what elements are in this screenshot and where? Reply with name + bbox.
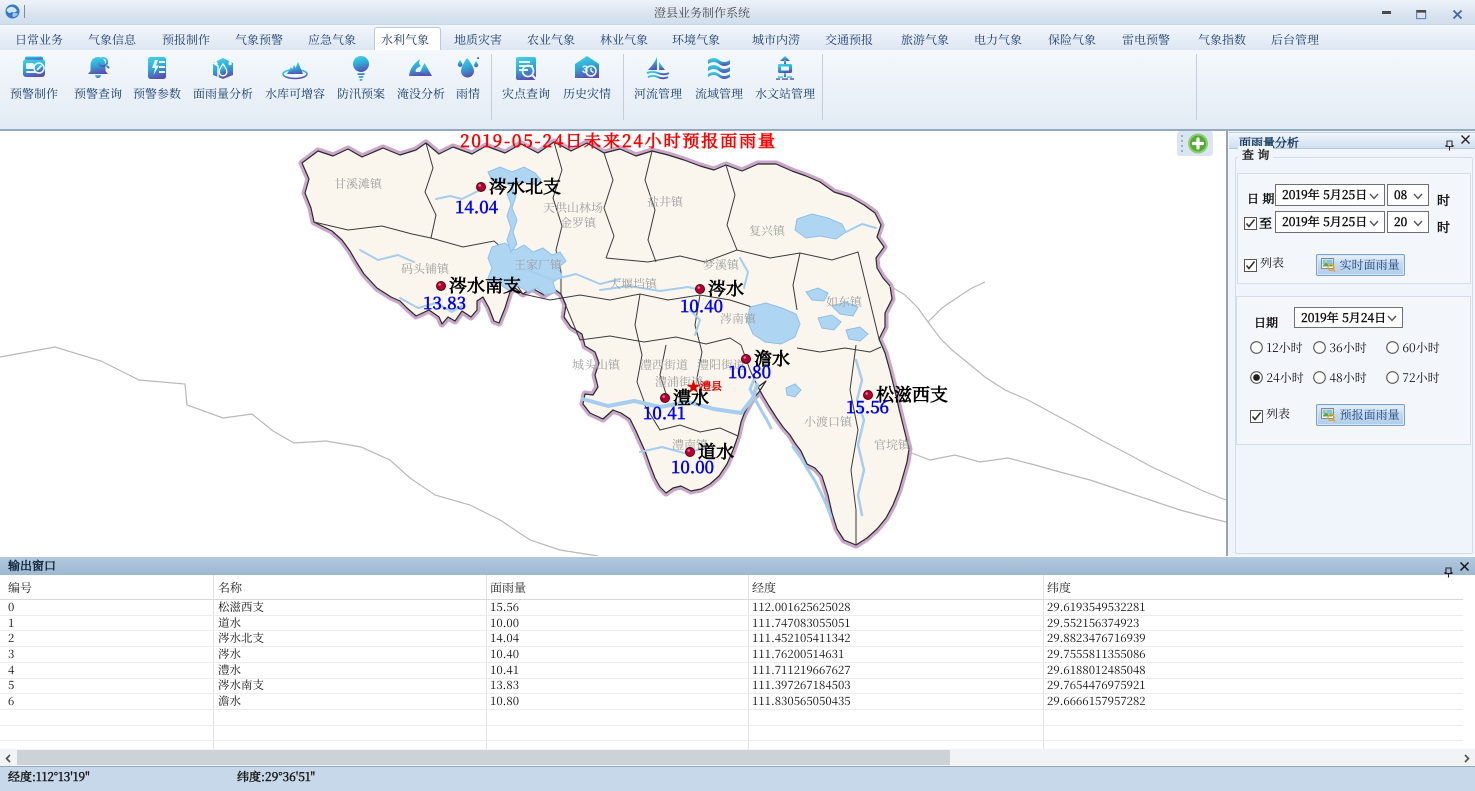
svg-text:10.00: 10.00 [671, 453, 714, 478]
svg-text:15.56: 15.56 [846, 393, 889, 418]
svg-text:澧西街道: 澧西街道 [640, 356, 688, 373]
svg-text:14.04: 14.04 [455, 193, 499, 218]
svg-text:10.41: 10.41 [643, 399, 686, 424]
svg-text:13.83: 13.83 [423, 289, 466, 314]
svg-text:码头铺镇: 码头铺镇 [401, 260, 450, 277]
svg-text:金罗镇: 金罗镇 [560, 214, 597, 231]
svg-text:王家厂镇: 王家厂镇 [514, 256, 563, 273]
svg-text:大堰垱镇: 大堰垱镇 [609, 275, 658, 292]
svg-text:城头山镇: 城头山镇 [572, 356, 621, 373]
svg-text:甘溪滩镇: 甘溪滩镇 [334, 175, 383, 192]
svg-text:10.80: 10.80 [728, 358, 771, 383]
svg-text:官垸镇: 官垸镇 [874, 436, 911, 453]
svg-text:盐井镇: 盐井镇 [647, 193, 684, 210]
svg-text:涔南镇: 涔南镇 [720, 310, 757, 327]
svg-text:梦溪镇: 梦溪镇 [703, 256, 740, 273]
svg-text:涔水北支: 涔水北支 [489, 173, 561, 199]
svg-text:10.40: 10.40 [680, 292, 723, 317]
svg-text:复兴镇: 复兴镇 [749, 222, 786, 239]
svg-text:如东镇: 如东镇 [826, 293, 863, 310]
